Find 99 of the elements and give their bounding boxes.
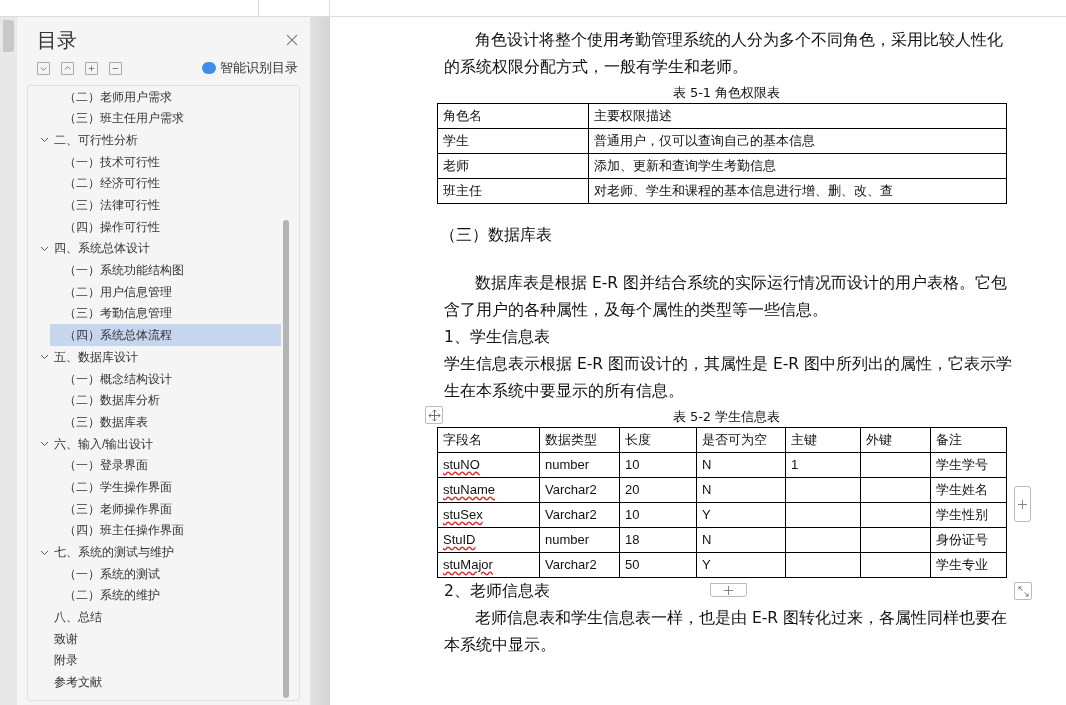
table-cell-text: Y — [702, 555, 711, 574]
outline-item[interactable]: （一）系统功能结构图 — [50, 259, 281, 281]
scrollbar-thumb[interactable] — [283, 219, 289, 698]
outline-item[interactable]: （二）数据库分析 — [50, 389, 281, 412]
table-cell-text: 身份证号 — [936, 530, 988, 549]
table-cell-text: 添加、更新和查询学生考勤信息 — [594, 156, 776, 175]
table-cell-text: 学生学号 — [936, 455, 988, 474]
move-handle-icon[interactable] — [425, 406, 443, 424]
section-heading: （三）数据库表 — [440, 225, 552, 246]
outline-item[interactable]: 五、数据库设计 — [54, 347, 138, 366]
outline-item[interactable]: 参考文献 — [54, 673, 102, 692]
table-cell-text: 字段名 — [443, 430, 482, 449]
table-cell-text: 1 — [791, 455, 799, 474]
table-cell-text: Y — [702, 505, 711, 524]
table-cell-text: 主键 — [791, 430, 817, 449]
table-cell-text: 数据类型 — [545, 430, 597, 449]
chevron-down-icon[interactable] — [40, 439, 49, 449]
outline-item[interactable]: 四、系统总体设计 — [54, 239, 150, 258]
outline-item[interactable]: （四）系统总体流程 — [50, 324, 281, 346]
paragraph: 角色设计将整个使用考勤管理系统的人分为多个不同角色，采用比较人性化的系统权限分配方式，一般有学生和老师。 — [444, 30, 1004, 78]
outline-item[interactable]: 二、可行性分析 — [54, 130, 138, 149]
table-cell-text: 普通用户，仅可以查询自己的基本信息 — [594, 131, 815, 150]
close-icon[interactable] — [286, 34, 298, 46]
table-cell-text: 长度 — [625, 430, 651, 449]
outline-item[interactable]: （一）系统的测试 — [50, 562, 281, 585]
chevron-down-icon — [40, 67, 47, 71]
table-cell-text: 外键 — [866, 430, 892, 449]
table-cell-text: 学生专业 — [936, 555, 988, 574]
chevron-down-icon[interactable] — [40, 352, 49, 362]
paragraph: 老师信息表和学生信息表一样，也是由 E-R 图转化过来，各属性同样也要在本系统中显示。 — [444, 608, 1008, 656]
outline-item[interactable]: （一）概念结构设计 — [50, 367, 281, 390]
outline-item[interactable]: （二）学生操作界面 — [50, 476, 281, 498]
outline-item[interactable]: （一）登录界面 — [50, 454, 281, 477]
outline-item[interactable]: （四）班主任操作界面 — [50, 519, 281, 542]
table-cell-text: 老师 — [443, 156, 469, 175]
table-cell-text: 角色名 — [443, 106, 482, 125]
add-row-button[interactable] — [710, 583, 747, 597]
outline-item[interactable]: （一）技术可行性 — [50, 150, 281, 173]
paragraph: 数据库表是根据 E-R 图并结合系统的实际运行情况而设计的用户表格。它包含了用户的各种属性，及每个属性的类型等一些信息。 — [444, 273, 1008, 321]
outline-item[interactable]: （三）老师操作界面 — [50, 497, 281, 520]
outline-item[interactable]: 八、总结 — [54, 608, 102, 627]
plus-icon — [88, 65, 95, 72]
paragraph: 2、老师信息表 — [444, 581, 550, 602]
chevron-down-icon[interactable] — [40, 135, 49, 145]
table-cell-text: number — [545, 455, 590, 474]
collapse-all-button[interactable] — [61, 61, 74, 75]
table-cell-text: StuID — [443, 530, 476, 549]
outline-item[interactable]: （四）操作可行性 — [50, 215, 281, 238]
outline-item[interactable]: （二）系统的维护 — [50, 584, 281, 607]
paragraph: 1、学生信息表 — [444, 327, 550, 348]
chevron-up-icon — [64, 66, 71, 70]
outline-item[interactable]: 七、系统的测试与维护 — [54, 543, 174, 562]
outline-item[interactable]: （二）用户信息管理 — [50, 280, 281, 303]
table-cell-text: N — [702, 530, 712, 549]
table-cell-text: stuMajor — [443, 555, 493, 574]
table-cell-text: 学生姓名 — [936, 480, 988, 499]
table-cell-text: 学生 — [443, 131, 469, 150]
smart-recognize-button[interactable]: 智能识别目录 — [202, 59, 298, 78]
table-cell-text: 20 — [625, 480, 640, 499]
minus-icon — [112, 67, 119, 69]
outline-item[interactable]: 附录 — [54, 651, 78, 670]
table-cell-text: N — [702, 480, 712, 499]
outline-item[interactable]: （二）老师用户需求 — [50, 85, 281, 108]
panel-title: 目录 — [37, 28, 77, 53]
table-cell-text: 对老师、学生和课程的基本信息进行增、删、改、查 — [594, 181, 893, 200]
table-cell-text: 班主任 — [443, 181, 482, 200]
table-cell-text: 18 — [625, 530, 640, 549]
table-cell-text: Varchar2 — [545, 505, 597, 524]
table-caption: 表 5-2 学生信息表 — [671, 408, 782, 426]
table-cell-text: 10 — [625, 455, 640, 474]
minus-button[interactable] — [109, 61, 122, 75]
outline-item[interactable]: 六、输入/输出设计 — [54, 434, 154, 453]
table-cell-text: stuSex — [443, 505, 483, 524]
table-caption: 表 5-1 角色权限表 — [671, 84, 782, 102]
outline-item[interactable]: （二）经济可行性 — [50, 172, 281, 195]
plus-icon — [1018, 499, 1027, 509]
resize-handle-icon[interactable] — [1014, 582, 1032, 600]
table-cell-text: Varchar2 — [545, 480, 597, 499]
table-cell-text: N — [702, 455, 712, 474]
outline-item[interactable]: （三）数据库表 — [50, 411, 281, 433]
outline-item[interactable]: （三）考勤信息管理 — [50, 302, 281, 325]
table-cell-text: 主要权限描述 — [594, 106, 672, 125]
table-cell-text: 10 — [625, 505, 640, 524]
plus-icon — [724, 585, 733, 595]
table-cell-text: stuName — [443, 480, 496, 499]
expand-all-button[interactable] — [37, 61, 50, 75]
table-cell-text: Varchar2 — [545, 555, 597, 574]
table-cell-text: number — [545, 530, 590, 549]
table-cell-text: 学生性别 — [936, 505, 988, 524]
paragraph: 学生信息表示根据 E-R 图而设计的，其属性是 E-R 图中所列出的属性，它表示学生在本系统中要显示的所有信息。 — [444, 354, 1014, 402]
outline-item[interactable]: 致谢 — [54, 629, 78, 648]
table-cell-text: 是否可为空 — [702, 430, 767, 449]
outline-item[interactable]: （三）法律可行性 — [50, 194, 281, 216]
table-cell-text: stuNO — [443, 455, 480, 474]
table-cell-text: 50 — [625, 555, 640, 574]
plus-button[interactable] — [85, 61, 98, 75]
outline-item[interactable]: （三）班主任用户需求 — [50, 107, 281, 130]
table-cell-text: 备注 — [936, 430, 962, 449]
add-column-button[interactable] — [1014, 486, 1031, 522]
